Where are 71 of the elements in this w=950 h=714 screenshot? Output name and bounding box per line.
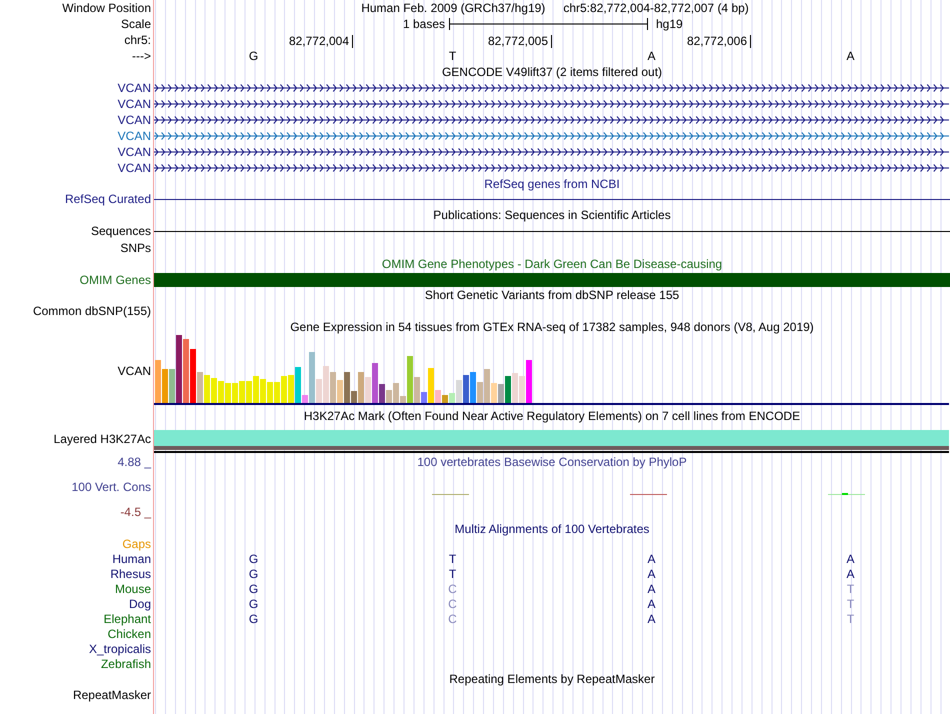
species-name: Mouse — [114, 582, 151, 596]
scale-span: 1 bases — [402, 17, 446, 31]
aligned-base: T — [846, 612, 856, 626]
track-label: Common dbSNP(155) — [32, 304, 151, 318]
species-name: Human — [112, 552, 151, 566]
gene-name: VCAN — [118, 97, 151, 111]
row-label: Scale — [120, 17, 151, 31]
coordinate-tick-label: 82,772,006 — [686, 35, 751, 48]
track-title: Publications: Sequences in Scientific Articles — [433, 208, 671, 222]
track-label: SNPs — [120, 240, 151, 254]
aligned-base: C — [447, 582, 458, 596]
track-title: RefSeq genes from NCBI — [484, 176, 620, 190]
track-title: Multiz Alignments of 100 Vertebrates — [454, 522, 650, 536]
aligned-base: A — [646, 612, 656, 626]
species-name: X_tropicalis — [88, 642, 151, 656]
axis-min-label: -4.5 _ — [120, 505, 151, 519]
aligned-base: G — [248, 582, 260, 596]
track-title: Repeating Elements by RepeatMasker — [449, 672, 655, 686]
gaps-label: Gaps — [122, 537, 151, 551]
assembly-label: hg19 — [656, 17, 683, 31]
aligned-base: A — [646, 566, 656, 580]
base-letter: T — [448, 49, 458, 63]
coordinate-tick-label: 82,772,005 — [488, 35, 552, 48]
aligned-base: G — [248, 612, 260, 626]
track-title: GENCODE V49lift37 (2 items filtered out) — [442, 65, 662, 79]
aligned-base: A — [646, 552, 656, 566]
base-letter: A — [646, 49, 656, 63]
track-label: Layered H3K27Ac — [54, 432, 151, 446]
aligned-base: T — [448, 552, 458, 566]
row-label: Window Position — [62, 1, 151, 15]
aligned-base: G — [248, 552, 260, 566]
species-name: Zebrafish — [100, 656, 151, 670]
aligned-base: A — [646, 596, 656, 610]
gene-name: VCAN — [118, 113, 151, 127]
track-label: OMIM Genes — [80, 272, 151, 286]
axis-max-label: 4.88 _ — [118, 455, 151, 469]
base-letter: A — [845, 49, 856, 63]
aligned-base: T — [846, 596, 856, 610]
assembly-name: Human Feb. 2009 (GRCh37/hg19) — [361, 1, 546, 15]
aligned-base: G — [248, 566, 260, 580]
track-label: 100 Vert. Cons — [72, 480, 151, 494]
track-title: H3K27Ac Mark (Often Found Near Active Regulatory Elements) on 7 cell lines from ENCODE — [304, 408, 800, 422]
aligned-base: A — [845, 552, 856, 566]
aligned-base: C — [447, 612, 458, 626]
gene-name: VCAN — [118, 81, 151, 95]
species-name: Chicken — [108, 626, 151, 640]
track-label: RepeatMasker — [72, 688, 151, 702]
track-label: Sequences — [90, 224, 151, 238]
gene-name: VCAN — [118, 145, 151, 159]
row-label: chr5: — [124, 33, 151, 47]
gene-name: VCAN — [118, 129, 151, 143]
species-name: Dog — [128, 596, 151, 610]
aligned-base: T — [846, 582, 856, 596]
species-name: Rhesus — [110, 566, 151, 580]
position-range: chr5:82,772,004-82,772,007 (4 bp) — [563, 1, 749, 15]
aligned-base: C — [447, 596, 458, 610]
aligned-base: T — [448, 566, 458, 580]
species-name: Elephant — [104, 612, 151, 626]
track-title: 100 vertebrates Basewise Conservation by PhyloP — [417, 455, 687, 469]
gene-name: VCAN — [118, 161, 151, 175]
aligned-base: G — [248, 596, 260, 610]
aligned-base: A — [845, 566, 856, 580]
track-title: Gene Expression in 54 tissues from GTEx RNA-seq of 17382 samples, 948 donors (V8, Aug 2019) — [290, 320, 814, 334]
row-label: ---> — [132, 49, 151, 63]
track-title: Short Genetic Variants from dbSNP release 155 — [424, 288, 680, 302]
base-letter: G — [248, 49, 260, 63]
track-label: VCAN — [118, 364, 151, 378]
track-label: RefSeq Curated — [64, 192, 151, 206]
coordinate-tick-label: 82,772,004 — [288, 35, 353, 48]
track-title: OMIM Gene Phenotypes - Dark Green Can Be Disease-causing — [382, 257, 722, 271]
aligned-base: A — [646, 582, 656, 596]
